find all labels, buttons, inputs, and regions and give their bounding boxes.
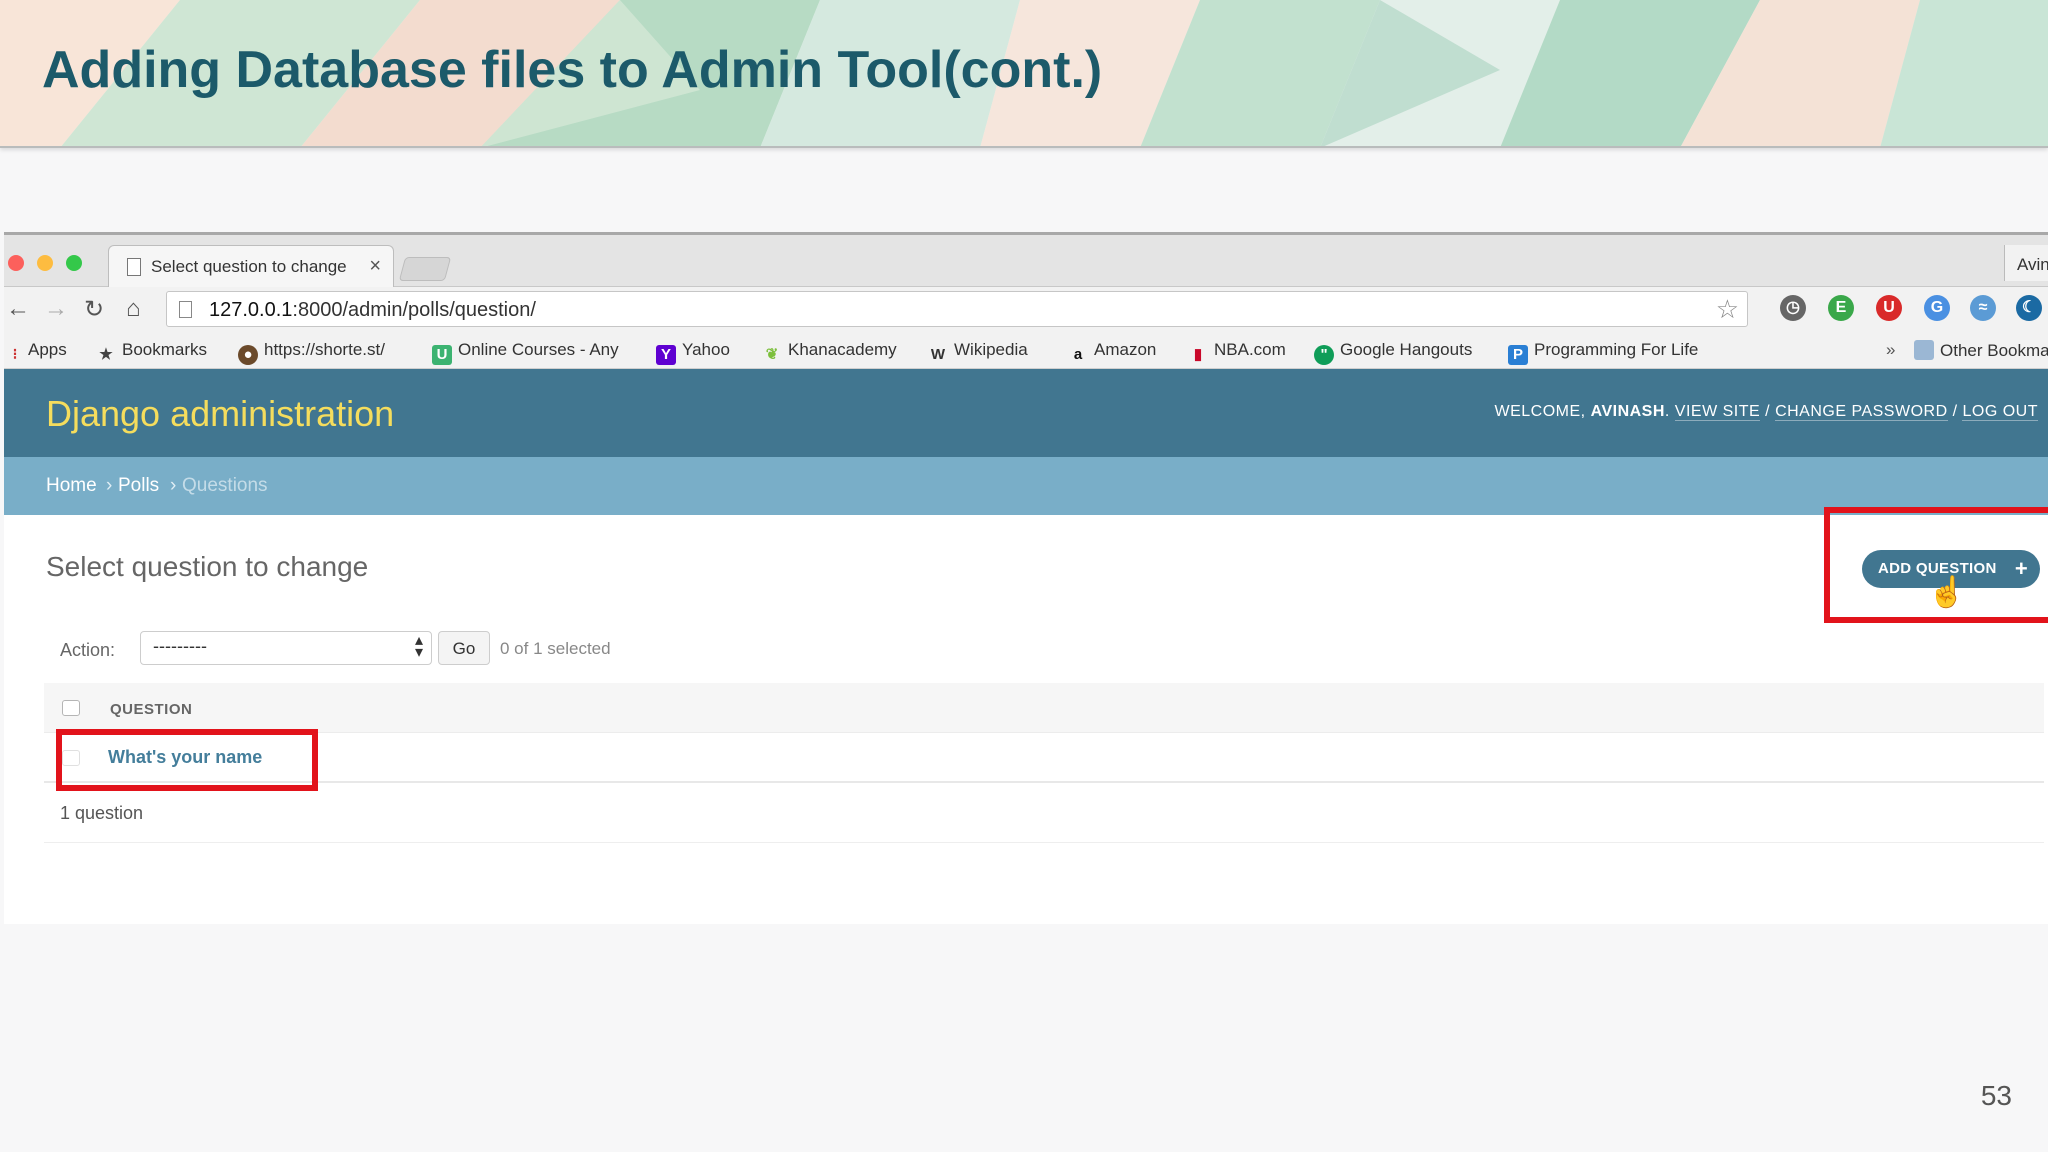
close-window-button[interactable] bbox=[8, 255, 24, 271]
back-arrow-icon[interactable]: ← bbox=[6, 295, 30, 323]
action-label: Action: bbox=[60, 640, 116, 660]
bookmark-hangouts[interactable]: " Google Hangouts bbox=[1314, 340, 1472, 365]
view-site-link[interactable]: VIEW SITE bbox=[1674, 403, 1761, 421]
bookmarks-bar: ⁝ Apps ★ Bookmarks ● https://shorte.st/ U On… bbox=[4, 331, 2048, 369]
bookmark-apps[interactable]: ⁝ Apps bbox=[8, 340, 67, 365]
url-text: 127.0.0.1:8000/admin/polls/question/ bbox=[209, 299, 536, 321]
forward-arrow-icon[interactable]: → bbox=[44, 295, 68, 323]
bookmark-star-icon[interactable]: ☆ bbox=[1716, 294, 1739, 325]
user-tools: WELCOME, AVINASH. VIEW SITE / CHANGE PAS… bbox=[1494, 403, 2038, 421]
welcome-text: WELCOME, bbox=[1494, 403, 1586, 420]
log-out-link[interactable]: LOG OUT bbox=[1962, 403, 2038, 421]
page-number: 53 bbox=[1980, 1080, 2012, 1111]
close-tab-icon[interactable]: × bbox=[369, 255, 381, 278]
new-tab-button[interactable] bbox=[398, 257, 452, 281]
amazon-icon: a bbox=[1073, 346, 1083, 363]
document-icon bbox=[127, 258, 141, 276]
breadcrumb: Home › Polls › Questions bbox=[4, 457, 2048, 515]
extension-g-icon[interactable]: G bbox=[1924, 295, 1950, 321]
extension-sync-icon[interactable]: ≈ bbox=[1970, 295, 1996, 321]
hangouts-icon: " bbox=[1314, 345, 1334, 365]
column-header-question[interactable]: QUESTION bbox=[110, 701, 192, 718]
browser-toolbar: ← → ↻ ⌂ 127.0.0.1:8000/admin/polls/quest… bbox=[4, 287, 2048, 331]
result-count: 1 question bbox=[60, 803, 144, 823]
folder-icon bbox=[1914, 340, 1934, 360]
apps-grid-icon: ⁝ bbox=[12, 346, 18, 363]
extension-clock-icon[interactable]: ◷ bbox=[1780, 295, 1806, 321]
breadcrumb-questions: Questions bbox=[182, 475, 268, 496]
bookmark-khanacademy[interactable]: ❦ Khanacademy bbox=[762, 340, 897, 365]
p-icon: P bbox=[1508, 345, 1528, 365]
shortest-icon: ● bbox=[238, 345, 258, 365]
django-header: Django administration WELCOME, AVINASH. … bbox=[4, 369, 2048, 457]
bookmark-online-courses[interactable]: U Online Courses - Any bbox=[432, 340, 632, 365]
go-button[interactable]: Go bbox=[438, 631, 490, 665]
home-icon[interactable]: ⌂ bbox=[126, 295, 141, 323]
tab-title: Select question to change bbox=[151, 257, 347, 276]
select-arrows-icon: ▴ ▾ bbox=[414, 632, 423, 661]
slide-title: Adding Database files to Admin Tool(cont… bbox=[42, 41, 1103, 99]
udemy-icon: U bbox=[432, 345, 452, 365]
tab-strip: Select question to change × Avinash bbox=[4, 235, 2048, 287]
bookmark-other[interactable]: Other Bookmarks bbox=[1914, 340, 2048, 361]
bookmark-programming[interactable]: P Programming For Life bbox=[1508, 340, 1698, 365]
tab-active[interactable]: Select question to change × bbox=[108, 245, 394, 287]
page-icon bbox=[179, 301, 192, 318]
browser-window: Select question to change × Avinash ← → … bbox=[4, 232, 2048, 924]
profile-button[interactable]: Avinash bbox=[2004, 245, 2048, 281]
yahoo-icon: Y bbox=[656, 345, 676, 365]
more-bookmarks-chevron-icon[interactable]: » bbox=[1886, 340, 1895, 360]
username: AVINASH bbox=[1590, 403, 1665, 420]
bookmark-amazon[interactable]: a Amazon bbox=[1068, 340, 1157, 365]
wikipedia-icon: W bbox=[930, 346, 946, 363]
star-icon: ★ bbox=[99, 346, 113, 363]
breadcrumb-polls[interactable]: Polls bbox=[118, 475, 159, 497]
selection-counter: 0 of 1 selected bbox=[500, 639, 611, 658]
leaf-icon: ❦ bbox=[765, 346, 779, 363]
minimize-window-button[interactable] bbox=[37, 255, 53, 271]
table-header: QUESTION bbox=[44, 683, 2044, 733]
reload-icon[interactable]: ↻ bbox=[84, 295, 104, 324]
extension-evernote-icon[interactable]: E bbox=[1828, 295, 1854, 321]
bookmark-bookmarks[interactable]: ★ Bookmarks bbox=[96, 340, 207, 365]
maximize-window-button[interactable] bbox=[66, 255, 82, 271]
bookmark-nba[interactable]: ▮ NBA.com bbox=[1188, 340, 1286, 365]
bookmark-wikipedia[interactable]: W Wikipedia bbox=[928, 340, 1028, 365]
select-all-checkbox[interactable] bbox=[62, 700, 80, 716]
action-select[interactable]: --------- ▴ ▾ bbox=[140, 631, 432, 665]
extension-moon-icon[interactable]: ☾ bbox=[2016, 295, 2042, 321]
bookmark-shortest[interactable]: ● https://shorte.st/ bbox=[238, 340, 385, 365]
page-title: Select question to change bbox=[46, 551, 369, 582]
bookmark-yahoo[interactable]: Y Yahoo bbox=[656, 340, 730, 365]
extension-shield-icon[interactable]: U bbox=[1876, 295, 1902, 321]
highlight-box-question bbox=[56, 729, 318, 791]
nba-icon: ▮ bbox=[1193, 346, 1203, 363]
change-password-link[interactable]: CHANGE PASSWORD bbox=[1775, 403, 1948, 421]
breadcrumb-home[interactable]: Home bbox=[46, 475, 97, 497]
address-bar[interactable]: 127.0.0.1:8000/admin/polls/question/ ☆ bbox=[166, 291, 1748, 327]
table-row: What's your name bbox=[44, 733, 2044, 783]
result-count-row: 1 question bbox=[44, 783, 2044, 843]
site-branding[interactable]: Django administration bbox=[46, 393, 394, 435]
highlight-box-add-button bbox=[1824, 507, 2048, 623]
slide-header: Adding Database files to Admin Tool(cont… bbox=[0, 0, 2048, 148]
